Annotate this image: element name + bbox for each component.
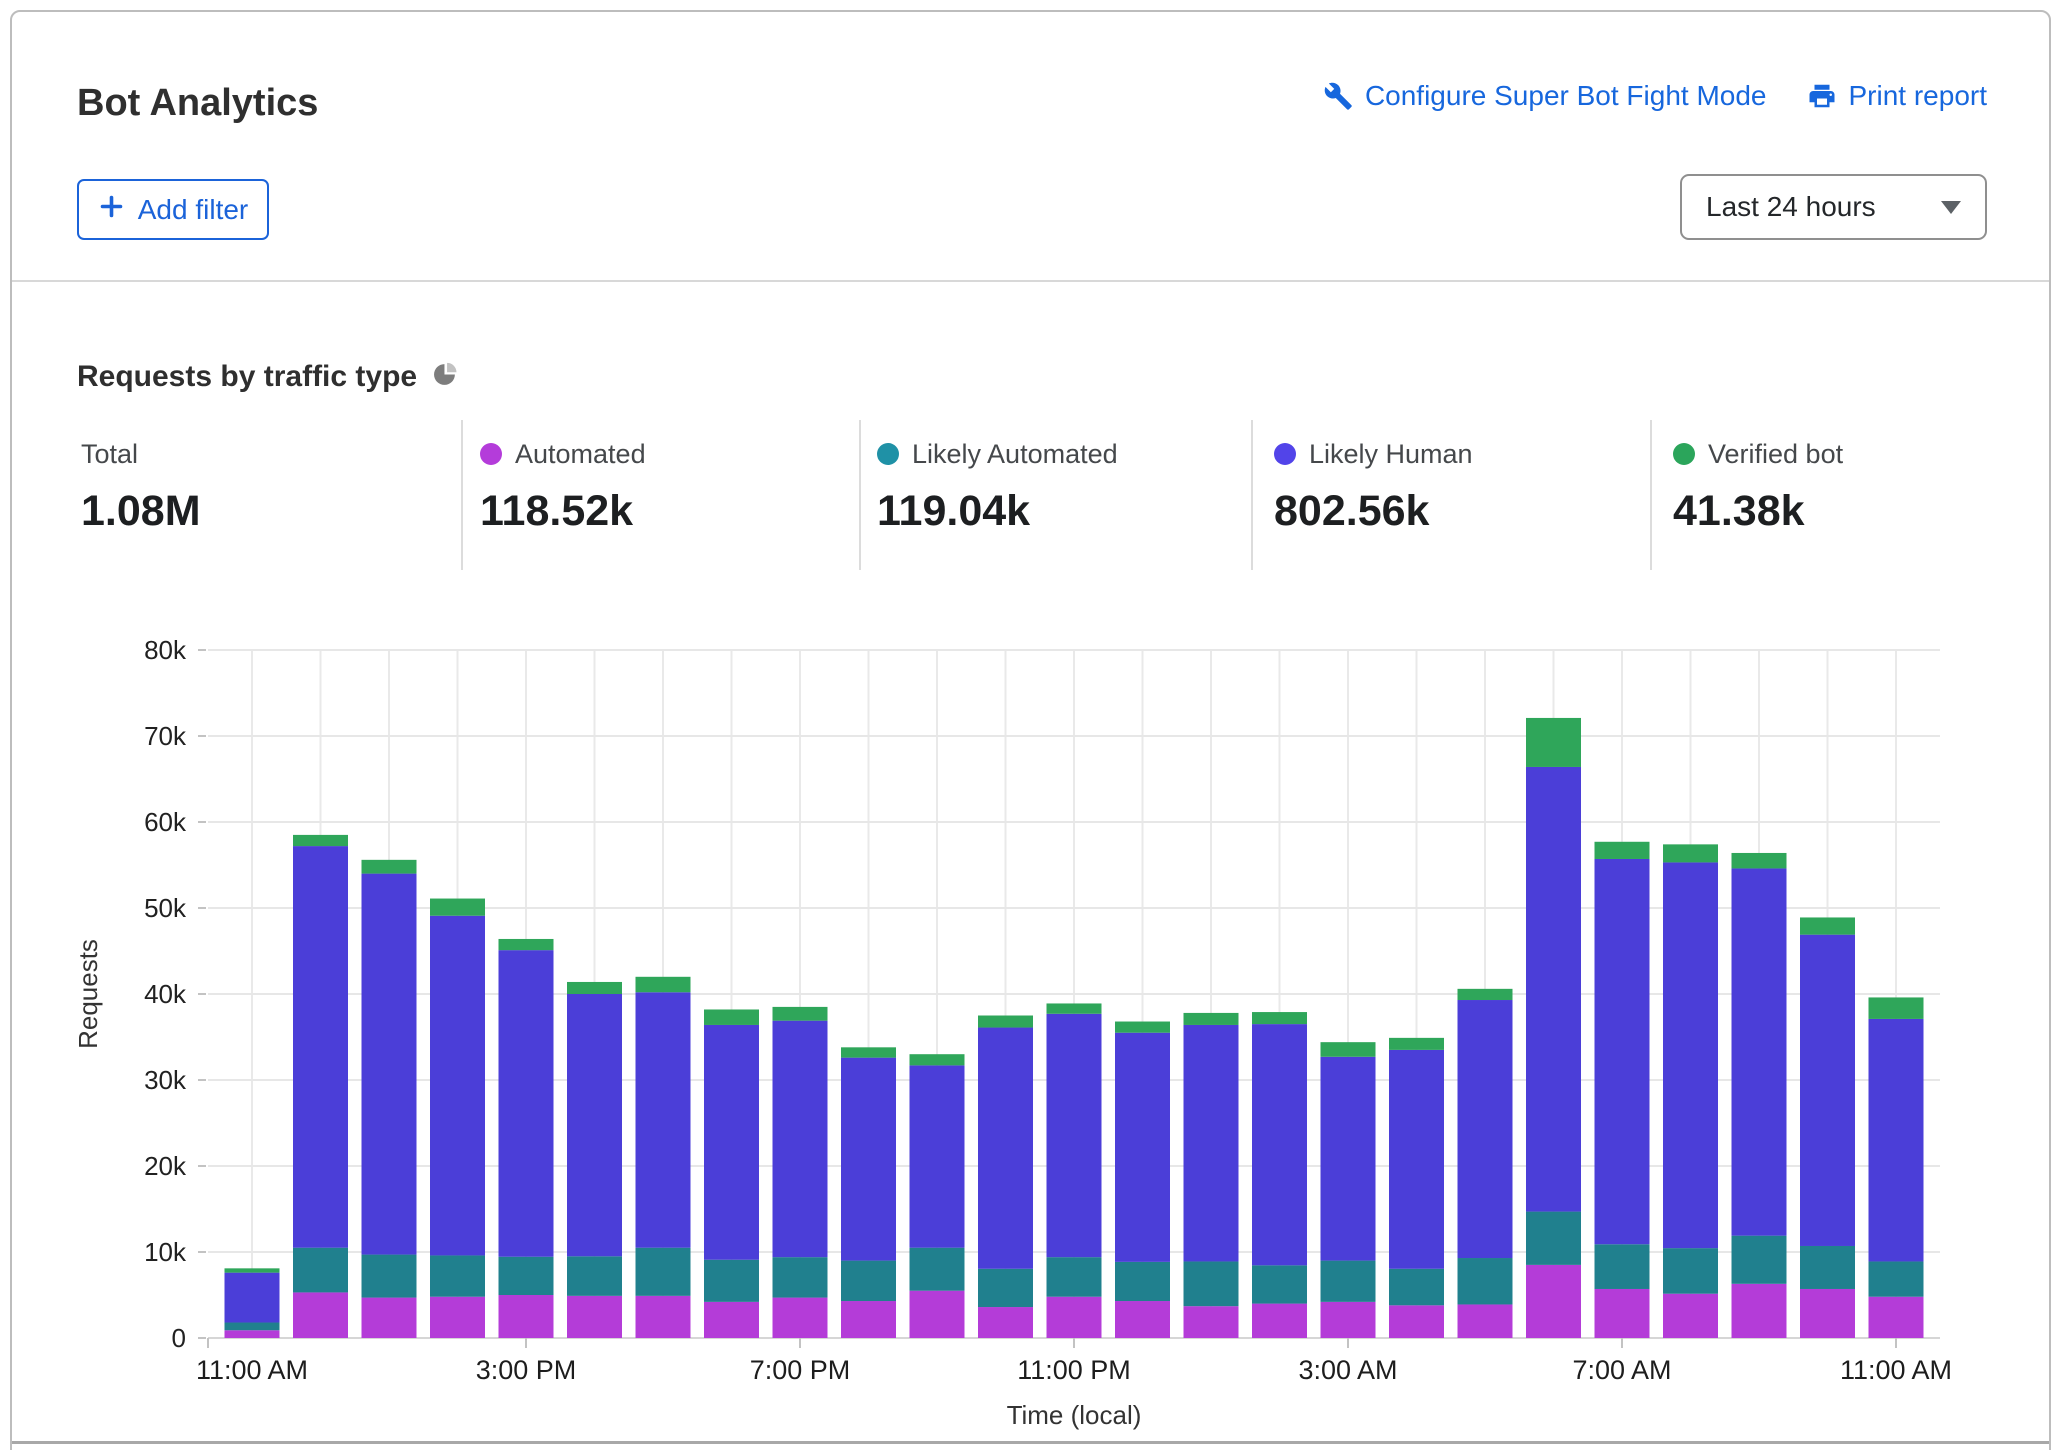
wrench-icon xyxy=(1323,81,1353,111)
svg-text:Requests: Requests xyxy=(73,939,103,1049)
bottom-divider xyxy=(12,1441,2049,1444)
bot-analytics-page: Bot Analytics Configure Super Bot Fight … xyxy=(0,0,2062,1450)
svg-text:11:00 AM: 11:00 AM xyxy=(196,1355,308,1385)
requests-stacked-bar-chart: 0 10k 20k 30k 40k 50k 60k 70k 80k Requests 11:00 A… xyxy=(52,622,1992,1450)
automated-dot xyxy=(480,443,502,465)
likely-human-dot xyxy=(1274,443,1296,465)
svg-text:11:00 AM: 11:00 AM xyxy=(1840,1355,1952,1385)
stat-value: 802.56k xyxy=(1274,487,1473,536)
svg-text:7:00 AM: 7:00 AM xyxy=(1572,1355,1671,1385)
time-range-dropdown[interactable]: Last 24 hours xyxy=(1680,174,1987,240)
print-report-link[interactable]: Print report xyxy=(1807,80,1988,112)
stat-label: Likely Automated xyxy=(912,439,1118,470)
section-divider xyxy=(12,280,2049,282)
stat-likely-human: Likely Human 802.56k xyxy=(1274,440,1473,536)
stat-automated: Automated 118.52k xyxy=(480,440,646,536)
stat-value: 119.04k xyxy=(877,487,1118,536)
add-filter-button[interactable]: Add filter xyxy=(77,179,269,240)
chart-title: Requests by traffic type xyxy=(77,360,417,394)
top-links: Configure Super Bot Fight Mode Print rep… xyxy=(1323,80,1987,112)
stat-divider xyxy=(461,420,463,570)
svg-text:70k: 70k xyxy=(144,721,187,751)
add-filter-label: Add filter xyxy=(138,194,249,226)
svg-text:3:00 PM: 3:00 PM xyxy=(476,1355,577,1385)
configure-link-label: Configure Super Bot Fight Mode xyxy=(1365,80,1767,112)
stat-label: Automated xyxy=(515,439,646,470)
likely-automated-dot xyxy=(877,443,899,465)
configure-super-bot-fight-mode-link[interactable]: Configure Super Bot Fight Mode xyxy=(1323,80,1767,112)
section-heading: Requests by traffic type xyxy=(77,360,458,394)
time-range-value: Last 24 hours xyxy=(1706,191,1941,223)
print-link-label: Print report xyxy=(1849,80,1988,112)
stat-value: 118.52k xyxy=(480,487,646,536)
stat-label: Verified bot xyxy=(1708,439,1843,470)
svg-text:80k: 80k xyxy=(144,635,187,665)
svg-text:60k: 60k xyxy=(144,807,187,837)
svg-text:10k: 10k xyxy=(144,1237,187,1267)
verified-bot-dot xyxy=(1673,443,1695,465)
stat-divider xyxy=(1650,420,1652,570)
svg-text:3:00 AM: 3:00 AM xyxy=(1298,1355,1397,1385)
stat-value: 1.08M xyxy=(81,487,201,536)
stat-likely-automated: Likely Automated 119.04k xyxy=(877,440,1118,536)
svg-text:0: 0 xyxy=(172,1323,186,1353)
stat-divider xyxy=(1251,420,1253,570)
analytics-card: Bot Analytics Configure Super Bot Fight … xyxy=(10,10,2051,1450)
stat-verified-bot: Verified bot 41.38k xyxy=(1673,440,1843,536)
chevron-down-icon xyxy=(1941,201,1961,214)
stat-value: 41.38k xyxy=(1673,487,1843,536)
svg-text:11:00 PM: 11:00 PM xyxy=(1017,1355,1131,1385)
stat-divider xyxy=(859,420,861,570)
printer-icon xyxy=(1807,81,1837,111)
svg-text:30k: 30k xyxy=(144,1065,187,1095)
svg-text:7:00 PM: 7:00 PM xyxy=(750,1355,851,1385)
stat-label: Likely Human xyxy=(1309,439,1473,470)
svg-text:40k: 40k xyxy=(144,979,187,1009)
plus-icon xyxy=(98,193,125,227)
svg-text:20k: 20k xyxy=(144,1151,187,1181)
pie-chart-icon xyxy=(433,362,458,392)
stat-label: Total xyxy=(81,439,138,470)
page-title: Bot Analytics xyxy=(77,82,318,125)
stat-total: Total 1.08M xyxy=(81,440,201,536)
svg-text:Time (local): Time (local) xyxy=(1007,1400,1142,1430)
svg-text:50k: 50k xyxy=(144,893,187,923)
